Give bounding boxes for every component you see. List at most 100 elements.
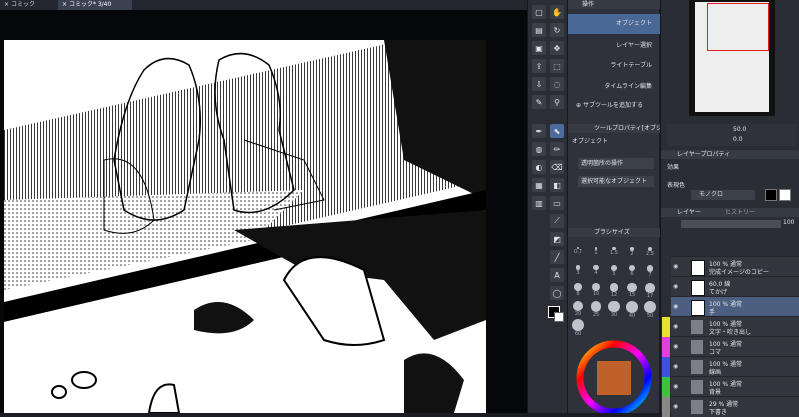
comic-page[interactable]	[4, 40, 486, 413]
layer-row[interactable]: ◉ 29 % 通常 下書き	[662, 396, 799, 417]
layer-row[interactable]: ◉ 60.0 線てかげ	[671, 276, 799, 297]
selectable-object-dropdown[interactable]: 選択可能なオブジェクト	[578, 176, 654, 187]
brush-size-cell[interactable]: 7	[642, 264, 658, 280]
brush-size-cell[interactable]: 50	[642, 300, 658, 319]
brush-size-dot	[645, 283, 655, 293]
text-icon[interactable]: A	[550, 268, 564, 282]
layer-row[interactable]: ◉ 100 % 通常 背景	[662, 376, 799, 397]
layer-row[interactable]: ◉ 100 % 通常 コマ	[662, 336, 799, 357]
transparent-operation-dropdown[interactable]: 透明箇所の操作	[578, 158, 654, 169]
layer-color-swatch	[662, 317, 670, 337]
eyedropper-icon[interactable]: ⚲	[550, 95, 564, 109]
hand-icon[interactable]: ✋	[550, 5, 564, 19]
move-icon[interactable]: ✥	[550, 41, 564, 55]
ruler-icon[interactable]: ⟋	[550, 214, 564, 228]
brush-size-label: 40	[628, 312, 636, 319]
brush-size-cell[interactable]: 6	[624, 264, 640, 280]
zoom-value[interactable]: 50.0	[733, 126, 746, 133]
eye-icon[interactable]: ◉	[673, 263, 678, 270]
opacity-value[interactable]: 100	[783, 219, 794, 226]
import-icon[interactable]: ⇩	[532, 77, 546, 91]
fill-icon[interactable]: ◧	[550, 178, 564, 192]
add-subtool-button[interactable]: ⊕ サブツールを追加する	[576, 100, 643, 109]
brush-size-grid: 0.7 1 1.5 2 2.5 3 4 5 6 7 8 10 12 15 17 20 25 30 40 50 60	[570, 246, 658, 337]
brush-size-cell[interactable]: 12	[606, 282, 622, 298]
tab-comic[interactable]: × コミック	[0, 0, 62, 10]
layer-row[interactable]: ◉ 100 % 通常 線画	[662, 356, 799, 377]
display-color-dropdown[interactable]: モノクロ	[691, 190, 755, 200]
subtool-timeline-edit[interactable]: タイムライン編集	[568, 77, 660, 97]
layer-row[interactable]: ◉ 100 % 通常手	[671, 296, 799, 317]
balloon-icon[interactable]: ◯	[550, 286, 564, 300]
brush-size-cell[interactable]: 8	[570, 282, 586, 298]
eye-icon[interactable]: ◉	[673, 323, 678, 330]
eraser-icon[interactable]: ⌫	[550, 160, 564, 174]
eye-icon[interactable]: ◉	[673, 403, 678, 410]
brush-size-cell[interactable]: 40	[624, 300, 640, 319]
eye-icon[interactable]: ◉	[673, 363, 678, 370]
layer-thumbnail	[691, 320, 703, 334]
navigator-preview[interactable]	[689, 0, 775, 116]
gradient-tool-icon[interactable]: ◩	[550, 232, 564, 246]
frame-icon[interactable]: ▥	[532, 196, 546, 210]
blend-icon[interactable]: ◐	[532, 160, 546, 174]
brush-size-cell[interactable]: 5	[606, 264, 622, 280]
subtool-light-table[interactable]: ライトテーブル	[568, 56, 660, 76]
layer-name: 背景	[709, 389, 722, 396]
brush-size-cell[interactable]: 20	[570, 300, 586, 317]
layer-color-swatch	[662, 377, 670, 397]
brush-size-cell[interactable]: 15	[624, 282, 640, 298]
tab-layer[interactable]: レイヤー	[677, 208, 701, 217]
brush-size-cell[interactable]: 30	[606, 300, 622, 318]
brush-size-label: 8	[576, 290, 580, 297]
brush-size-cell[interactable]: 2	[624, 246, 640, 262]
tab-comic-3-40[interactable]: × コミック* 3/40	[58, 0, 132, 10]
brush-size-cell[interactable]: 1	[588, 246, 604, 262]
layer-thumbnail	[691, 380, 703, 394]
brush-size-cell[interactable]: 10	[588, 282, 604, 298]
brush-size-cell[interactable]: 60	[570, 318, 586, 337]
brush-size-cell[interactable]: 25	[588, 300, 604, 318]
brush-size-cell[interactable]: 3	[570, 264, 586, 280]
figure-icon[interactable]: ▭	[550, 196, 564, 210]
eye-icon[interactable]: ◉	[673, 383, 678, 390]
brush-icon[interactable]: ✎	[532, 95, 546, 109]
airbrush-icon[interactable]: ◍	[532, 142, 546, 156]
pencil-icon[interactable]: ✏	[550, 142, 564, 156]
layer-thumbnail	[691, 300, 705, 316]
brush-size-cell[interactable]: 17	[642, 282, 658, 299]
tool-palette: ▢ ✋ ▤ ↻ ▣ ✥ ⇪ ⬚ ⇩ ◌ ✎ ⚲ ⬉ ✒ ✏ ◍ ⌫ ◐ ◧ ▦ …	[527, 0, 567, 413]
layer-row[interactable]: ◉ 100 % 通常 完成イメージのコピー	[671, 256, 799, 277]
layer-row[interactable]: ◉ 100 % 通常 文字・吹き出し	[662, 316, 799, 337]
color-wheel[interactable]	[576, 340, 652, 413]
opacity-slider[interactable]	[681, 220, 781, 228]
object-tool-icon[interactable]: ⬉	[550, 124, 564, 138]
subtool-object[interactable]: オブジェクト	[568, 14, 660, 34]
tab-history[interactable]: ヒストリー	[725, 208, 755, 217]
rotate-icon[interactable]: ↻	[550, 23, 564, 37]
gradient-icon[interactable]: ▦	[532, 178, 546, 192]
angle-value[interactable]: 0.0	[733, 136, 743, 143]
eye-icon[interactable]: ◉	[673, 283, 678, 290]
effect-label: 効果	[667, 164, 680, 171]
export-icon[interactable]: ⇪	[532, 59, 546, 73]
line-icon[interactable]: ╱	[550, 250, 564, 264]
select-icon[interactable]: ⬚	[550, 59, 564, 73]
sub-color-swatch[interactable]	[554, 312, 564, 322]
layer-color-black[interactable]	[765, 189, 777, 201]
brush-size-cell[interactable]: 4	[588, 264, 604, 280]
save-icon[interactable]: ▢	[532, 5, 546, 19]
subtool-layer-select[interactable]: レイヤー選択	[568, 36, 660, 56]
brush-size-dot	[572, 301, 584, 312]
eye-icon[interactable]: ◉	[673, 303, 678, 310]
eye-icon[interactable]: ◉	[673, 343, 678, 350]
brush-size-cell[interactable]: 0.7	[570, 246, 586, 262]
pen-icon[interactable]: ✒	[532, 124, 546, 138]
brush-size-cell[interactable]: 2.5	[642, 246, 658, 262]
lasso-icon[interactable]: ◌	[550, 77, 564, 91]
layer-color-white[interactable]	[779, 189, 791, 201]
brush-size-cell[interactable]: 1.5	[606, 246, 622, 262]
layer-icon[interactable]: ▣	[532, 41, 546, 55]
manga-artwork	[4, 40, 486, 413]
document-icon[interactable]: ▤	[532, 23, 546, 37]
